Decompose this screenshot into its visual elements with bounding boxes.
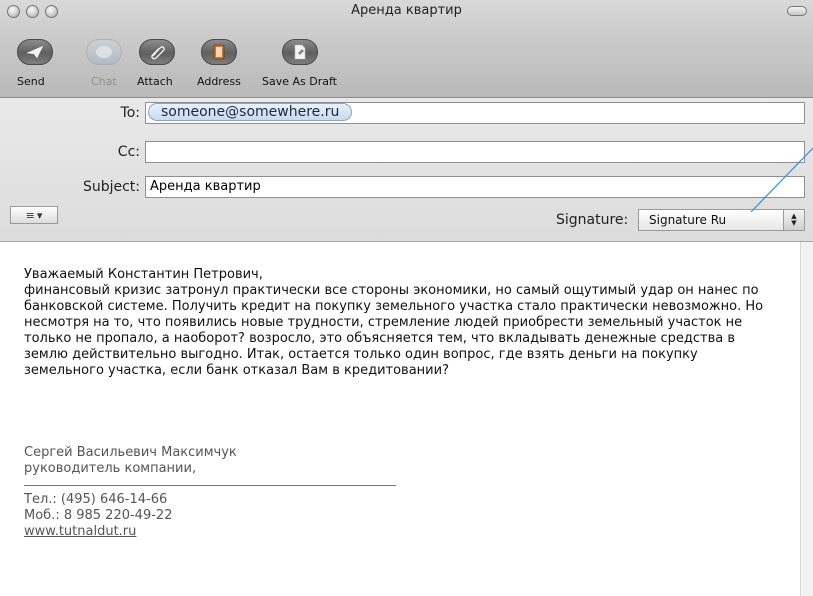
message-line: землю действительно выгодно. Итак, остае…	[24, 347, 698, 362]
signature-position: руководитель компании,	[24, 461, 197, 476]
message-line: земельного участка, если банк отказал Ва…	[24, 363, 449, 378]
mail-compose-window: Аренда квартир Send Chat Attach Address …	[0, 0, 813, 596]
vertical-scrollbar[interactable]	[800, 242, 813, 596]
signature-label: Signature:	[556, 212, 629, 228]
send-button[interactable]	[17, 39, 53, 65]
address-book-icon	[213, 44, 225, 60]
stepper-arrows-icon: ▲ ▼	[783, 210, 804, 230]
save-draft-label: Save As Draft	[262, 75, 337, 88]
signature-mobile: Моб.: 8 985 220-49-22	[24, 508, 173, 523]
chat-button[interactable]	[86, 39, 122, 65]
message-line: несмотря на то, что появились новые труд…	[24, 315, 743, 330]
message-line: только не пропало, а наоборот? возросло,…	[24, 331, 736, 346]
recipient-token[interactable]: someone@somewhere.ru	[148, 103, 353, 121]
window-toolbar: Аренда квартир Send Chat Attach Address …	[0, 0, 813, 98]
chat-icon	[96, 46, 112, 58]
send-icon	[26, 45, 44, 59]
toolbar-toggle-button[interactable]	[787, 6, 807, 16]
signature-name: Сергей Васильевич Максимчук	[24, 445, 237, 460]
chat-label: Chat	[91, 75, 117, 88]
window-title: Аренда квартир	[351, 3, 462, 18]
cc-field[interactable]	[145, 141, 805, 163]
address-label: Address	[197, 75, 241, 88]
signature-website-link[interactable]: www.tutnaldut.ru	[24, 524, 136, 540]
message-greeting: Уважаемый Константин Петрович,	[24, 267, 263, 282]
save-draft-button[interactable]	[282, 39, 318, 65]
attach-button[interactable]	[139, 39, 175, 65]
message-line: банковской системе. Получить кредит на п…	[24, 299, 764, 314]
subject-field[interactable]: Аренда квартир	[145, 176, 805, 198]
save-draft-icon	[294, 44, 306, 60]
address-button[interactable]	[201, 39, 237, 65]
message-line: финансовый кризис затронул практически в…	[24, 283, 759, 298]
chevron-down-icon: ▾	[36, 208, 43, 222]
signature-value: Signature Ru	[649, 213, 727, 227]
signature-select[interactable]: Signature Ru ▲ ▼	[638, 209, 805, 231]
signature-divider	[24, 485, 396, 486]
paperclip-icon	[151, 46, 165, 60]
cc-label: Cc:	[117, 144, 140, 160]
signature-phone: Тел.: (495) 646-14-66	[24, 492, 168, 507]
header-options-button[interactable]: ≡ ▾	[10, 206, 58, 224]
to-label: To:	[120, 105, 140, 121]
subject-label: Subject:	[82, 179, 140, 195]
list-icon: ≡	[25, 208, 35, 222]
attach-label: Attach	[137, 75, 173, 88]
send-label: Send	[17, 75, 45, 88]
